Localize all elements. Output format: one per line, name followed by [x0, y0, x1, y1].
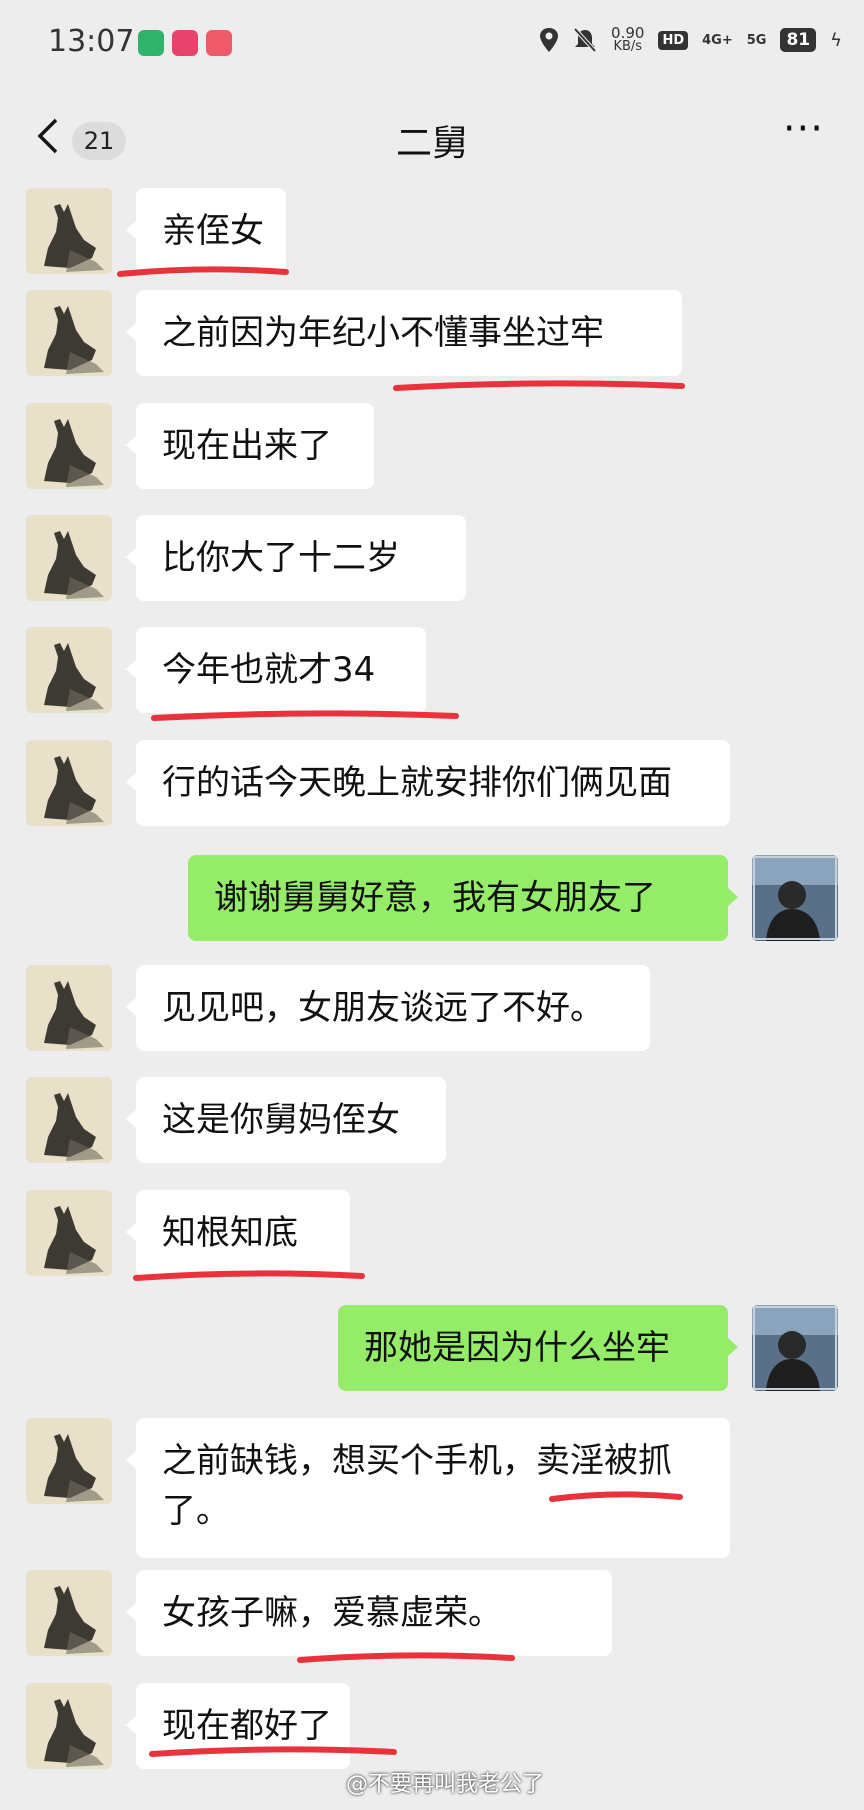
message-bubble[interactable]: 之前因为年纪小不懂事坐过牢 [136, 290, 682, 376]
outgoing-message: 谢谢舅舅好意，我有女朋友了 [0, 855, 864, 941]
message-bubble[interactable]: 知根知底 [136, 1190, 350, 1276]
person-photo-icon [752, 855, 838, 941]
app-notification-icon [206, 30, 232, 56]
watermark-text: @不要再叫我老公了 [346, 1772, 545, 1797]
signal-4g-icon: 4G+ [702, 32, 733, 48]
network-speed-unit: KB/s [613, 39, 643, 54]
network-speed-value: 0.90 [611, 24, 645, 42]
status-time: 13:07 [48, 24, 135, 59]
message-bubble[interactable]: 亲侄女 [136, 188, 286, 274]
my-avatar[interactable] [752, 1305, 838, 1391]
contact-avatar[interactable] [26, 627, 112, 713]
outgoing-message: 那她是因为什么坐牢 [0, 1305, 864, 1391]
status-indicators: 0.90 KB/s HD 4G+ 5G 81 ϟ [539, 26, 842, 54]
contact-avatar[interactable] [26, 1077, 112, 1163]
incoming-message: 之前缺钱，想买个手机，卖淫被抓了。 [0, 1418, 864, 1558]
message-bubble[interactable]: 谢谢舅舅好意，我有女朋友了 [188, 855, 728, 941]
incoming-message: 比你大了十二岁 [0, 515, 864, 601]
contact-avatar[interactable] [26, 1418, 112, 1504]
incoming-message: 之前因为年纪小不懂事坐过牢 [0, 290, 864, 376]
red-underline-annotation [393, 380, 685, 391]
chat-title: 二舅 [395, 123, 468, 164]
incoming-message: 女孩子嘛，爱慕虚荣。 [0, 1570, 864, 1656]
incoming-message: 行的话今天晚上就安排你们俩见面 [0, 740, 864, 826]
bubble-tail [727, 887, 738, 907]
message-bubble[interactable]: 这是你舅妈侄女 [136, 1077, 446, 1163]
bubble-tail [727, 1337, 738, 1357]
mute-bell-icon [573, 27, 597, 53]
cat-silhouette-icon [26, 290, 112, 376]
message-bubble[interactable]: 现在出来了 [136, 403, 374, 489]
contact-avatar[interactable] [26, 515, 112, 601]
contact-avatar[interactable] [26, 1683, 112, 1769]
contact-avatar[interactable] [26, 290, 112, 376]
message-bubble[interactable]: 之前缺钱，想买个手机，卖淫被抓了。 [136, 1418, 730, 1558]
location-icon [540, 28, 559, 52]
cat-silhouette-icon [26, 1683, 112, 1769]
contact-avatar[interactable] [26, 1190, 112, 1276]
message-bubble[interactable]: 女孩子嘛，爱慕虚荣。 [136, 1570, 612, 1656]
incoming-message: 亲侄女 [0, 188, 864, 274]
cat-silhouette-icon [26, 1077, 112, 1163]
cat-silhouette-icon [26, 188, 112, 274]
my-avatar[interactable] [752, 855, 838, 941]
chat-header: 21 二舅 ··· [0, 92, 864, 190]
signal-5g-icon: 5G [746, 32, 767, 48]
app-notification-icon [138, 30, 164, 56]
cat-silhouette-icon [26, 740, 112, 826]
contact-avatar[interactable] [26, 1570, 112, 1656]
cat-silhouette-icon [26, 1570, 112, 1656]
contact-avatar[interactable] [26, 965, 112, 1051]
person-photo-icon [752, 1305, 838, 1391]
incoming-message: 今年也就才34 [0, 627, 864, 713]
incoming-message: 现在都好了 [0, 1683, 864, 1769]
message-bubble[interactable]: 那她是因为什么坐牢 [338, 1305, 728, 1391]
cat-silhouette-icon [26, 627, 112, 713]
incoming-message: 现在出来了 [0, 403, 864, 489]
status-bar: 13:07 0.90 KB/s HD 4G+ 5G 81 ϟ [0, 0, 864, 92]
contact-avatar[interactable] [26, 403, 112, 489]
message-bubble[interactable]: 行的话今天晚上就安排你们俩见面 [136, 740, 730, 826]
app-notification-icon [172, 30, 198, 56]
hd-badge: HD [658, 30, 689, 50]
message-bubble[interactable]: 现在都好了 [136, 1683, 350, 1769]
message-bubble[interactable]: 今年也就才34 [136, 627, 426, 713]
cat-silhouette-icon [26, 1190, 112, 1276]
network-speed: 0.90 KB/s [611, 26, 644, 54]
incoming-message: 知根知底 [0, 1190, 864, 1276]
charging-icon: ϟ [830, 29, 842, 51]
incoming-message: 见见吧，女朋友谈远了不好。 [0, 965, 864, 1051]
cat-silhouette-icon [26, 965, 112, 1051]
message-bubble[interactable]: 比你大了十二岁 [136, 515, 466, 601]
contact-avatar[interactable] [26, 740, 112, 826]
message-bubble[interactable]: 见见吧，女朋友谈远了不好。 [136, 965, 650, 1051]
more-options-icon[interactable]: ··· [783, 106, 824, 152]
cat-silhouette-icon [26, 403, 112, 489]
battery-level: 81 [780, 28, 817, 52]
contact-avatar[interactable] [26, 188, 112, 274]
cat-silhouette-icon [26, 1418, 112, 1504]
incoming-message: 这是你舅妈侄女 [0, 1077, 864, 1163]
cat-silhouette-icon [26, 515, 112, 601]
